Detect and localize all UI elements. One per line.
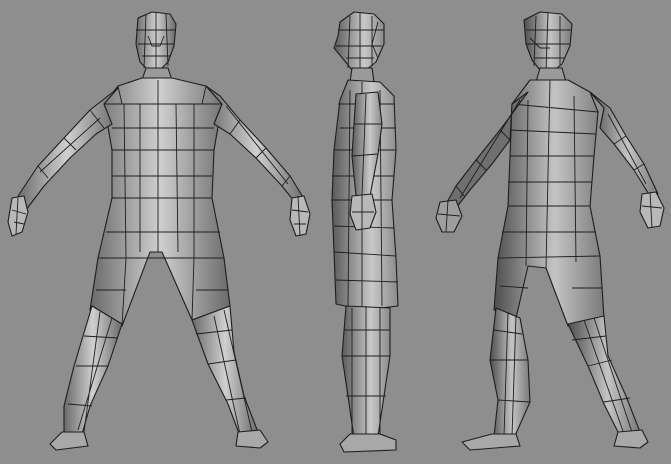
- side-view-model: [331, 11, 399, 453]
- 3d-viewport[interactable]: [0, 0, 671, 464]
- three-quarter-view-model: [435, 11, 665, 451]
- front-view-model: [7, 11, 311, 451]
- model-views-canvas: [7, 11, 665, 453]
